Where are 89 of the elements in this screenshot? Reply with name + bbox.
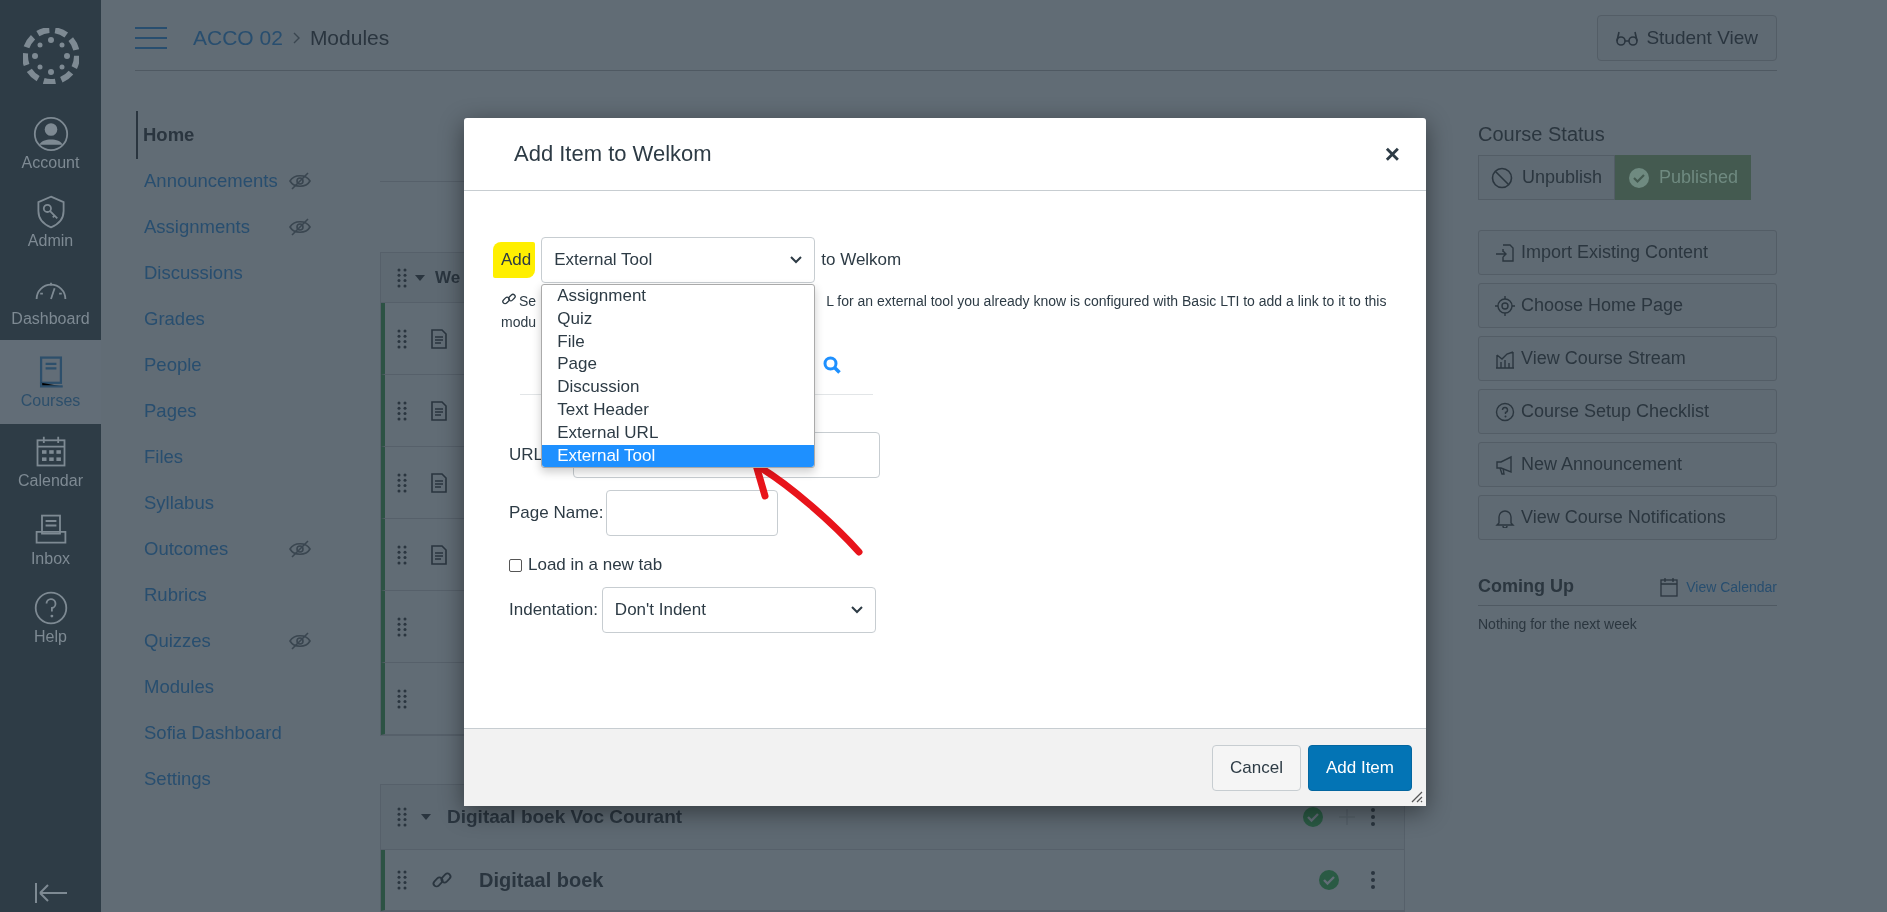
global-nav-item[interactable]: Inbox (0, 502, 101, 580)
prohibited-icon (1491, 166, 1513, 189)
dropdown-option[interactable]: Discussion (542, 376, 815, 399)
view-calendar-link[interactable]: View Calendar (1686, 578, 1777, 595)
breadcrumb-current: Modules (309, 26, 390, 50)
course-nav-link[interactable]: Pages (136, 392, 289, 430)
course-nav-link[interactable]: People (136, 346, 289, 384)
cancel-button[interactable]: Cancel (1212, 744, 1301, 791)
caret-icon[interactable] (415, 272, 425, 283)
dropdown-option[interactable]: Text Header (542, 399, 815, 422)
global-nav-item[interactable]: Calendar (0, 424, 101, 502)
chevron-down-icon (790, 256, 803, 264)
page-name-label: Page Name: (509, 503, 604, 523)
course-nav-link[interactable]: Sofia Dashboard (136, 714, 289, 752)
description-text: modu (501, 313, 537, 332)
course-nav-link[interactable]: Assignments (136, 208, 289, 246)
to-module-label: to Welkom (821, 250, 902, 270)
published-check-icon[interactable] (1302, 806, 1324, 828)
dropdown-option[interactable]: Page (542, 353, 815, 377)
dropdown-option[interactable]: File (542, 330, 815, 354)
course-nav-link[interactable]: Files (136, 438, 289, 476)
drag-handle-icon[interactable] (397, 267, 407, 288)
dropdown-option[interactable]: External URL (542, 421, 815, 445)
document-icon (431, 400, 447, 421)
course-nav-link[interactable]: Settings (136, 760, 289, 798)
course-nav-link[interactable]: Grades (136, 300, 289, 338)
course-nav-link[interactable]: Quizzes (136, 622, 289, 660)
caret-icon[interactable] (421, 812, 431, 822)
drag-handle-icon[interactable] (397, 544, 407, 565)
glasses-icon (1616, 30, 1639, 46)
menu-icon[interactable] (135, 27, 167, 49)
drag-handle-icon[interactable] (397, 616, 407, 637)
account-icon (32, 116, 69, 152)
import-icon (1495, 242, 1515, 263)
plus-icon[interactable] (1338, 808, 1356, 826)
drag-handle-icon[interactable] (397, 870, 407, 890)
bell-icon (1495, 507, 1515, 528)
document-icon (431, 472, 447, 493)
add-item-button[interactable]: Add Item (1307, 744, 1412, 791)
resize-grip-icon[interactable] (1409, 789, 1423, 803)
drag-handle-icon[interactable] (397, 807, 407, 827)
drag-handle-icon[interactable] (397, 472, 407, 493)
collapse-arrow-icon[interactable] (33, 882, 68, 904)
document-icon (431, 544, 447, 565)
kebab-menu-icon[interactable] (1370, 807, 1376, 827)
link-icon (501, 291, 517, 307)
global-nav-item[interactable]: Account (0, 106, 101, 184)
description-text: Se (519, 292, 537, 311)
check-circle-icon (1628, 166, 1651, 189)
global-nav-item[interactable]: Admin (0, 184, 101, 262)
close-button[interactable]: × (1378, 138, 1406, 170)
search-icon[interactable] (823, 355, 841, 374)
chevron-down-icon (850, 606, 863, 614)
checkbox[interactable] (509, 558, 522, 572)
question-icon (1495, 401, 1515, 422)
page-name-input-field[interactable] (605, 490, 778, 536)
dialog-title: Add Item to Welkom (514, 141, 713, 167)
course-nav-link[interactable]: Rubrics (136, 576, 289, 614)
dropdown-option[interactable]: Quiz (542, 307, 815, 331)
module-item-title[interactable]: Digitaal boek (479, 868, 604, 892)
course-nav-link[interactable]: Outcomes (136, 530, 289, 568)
drag-handle-icon[interactable] (397, 328, 407, 349)
course-nav-link[interactable]: Discussions (136, 254, 289, 292)
help-icon (32, 590, 69, 626)
target-icon (1495, 295, 1515, 316)
dropdown-option[interactable]: External Tool (542, 444, 815, 468)
megaphone-icon (1495, 454, 1515, 475)
published-check-icon[interactable] (1318, 869, 1340, 891)
checkbox-label: Load in a new tab (528, 555, 663, 575)
calendar-icon (1660, 576, 1679, 597)
drag-handle-icon[interactable] (397, 400, 407, 421)
course-nav-link[interactable]: Modules (136, 668, 289, 706)
add-label: Add (493, 242, 536, 278)
indentation-label: Indentation: (509, 600, 598, 620)
canvas-logo[interactable] (22, 28, 79, 84)
drag-handle-icon[interactable] (397, 688, 407, 709)
breadcrumb-link[interactable]: ACCO 02 (193, 26, 283, 50)
global-nav-item[interactable]: Dashboard (0, 262, 101, 340)
dropdown-option[interactable]: Assignment (542, 285, 815, 308)
document-icon (431, 328, 447, 349)
item-type-select[interactable]: External Tool (541, 237, 816, 283)
course-nav-link[interactable]: Announcements (136, 162, 289, 200)
course-nav-link[interactable]: Syllabus (136, 484, 289, 522)
chevron-right-icon (292, 32, 300, 44)
kebab-menu-icon[interactable] (1370, 870, 1376, 890)
indentation-select[interactable]: Don't Indent (601, 587, 876, 633)
bar-chart-icon (1495, 348, 1515, 369)
global-nav-item[interactable]: Help (0, 580, 101, 658)
description-text: L for an external tool you already know is configured with Basic LTI to add a link to it to this (826, 292, 1387, 311)
